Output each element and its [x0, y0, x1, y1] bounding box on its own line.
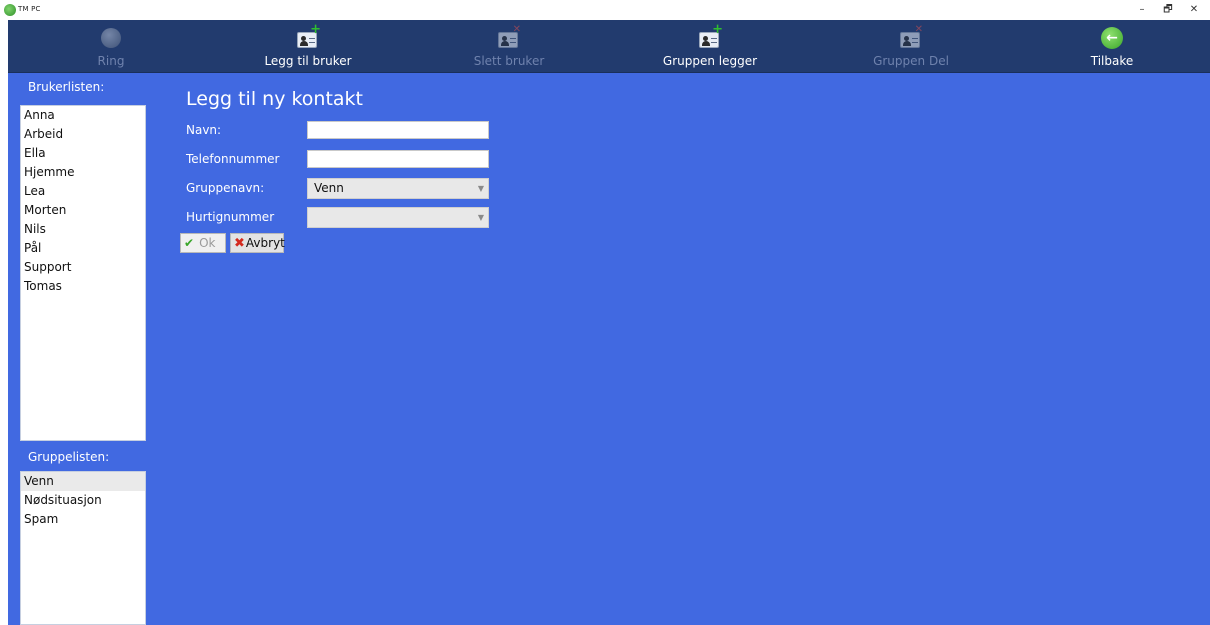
back-button[interactable]: ← Tilbake — [1032, 20, 1192, 73]
speed-dial-select[interactable]: ▼ — [307, 207, 489, 228]
grouplist-heading: Gruppelisten: — [28, 450, 110, 464]
delete-user-label: Slett bruker — [473, 54, 545, 68]
user-list[interactable]: Anna Arbeid Ella Hjemme Lea Morten Nils … — [20, 105, 146, 441]
window-title: TM PC — [18, 5, 41, 13]
list-item-selected[interactable]: Venn — [21, 472, 145, 491]
list-item[interactable]: Tomas — [21, 277, 145, 296]
ring-label: Ring — [97, 54, 125, 68]
userlist-heading: Brukerlisten: — [28, 80, 105, 94]
delete-group-icon: ✕ — [898, 25, 924, 51]
group-label: Gruppenavn: — [186, 181, 265, 195]
back-arrow-icon: ← — [1099, 25, 1125, 51]
ok-button[interactable]: ✔ Ok — [180, 233, 226, 253]
name-field[interactable] — [307, 121, 489, 139]
group-list[interactable]: Venn Nødsituasjon Spam — [20, 471, 146, 625]
phone-label: Telefonnummer — [186, 152, 280, 166]
delete-user-button[interactable]: ✕ Slett bruker — [429, 20, 589, 73]
add-contact-icon: + — [295, 23, 321, 51]
list-item[interactable]: Nils — [21, 220, 145, 239]
ok-label: Ok — [199, 236, 216, 250]
add-group-button[interactable]: + Gruppen legger — [630, 20, 790, 73]
phone-globe-icon — [98, 25, 124, 51]
back-label: Tilbake — [1090, 54, 1134, 68]
list-item[interactable]: Spam — [21, 510, 145, 529]
list-item[interactable]: Nødsituasjon — [21, 491, 145, 510]
toolbar: Ring + Legg til bruker ✕ Slett bruker + … — [8, 20, 1210, 73]
close-button[interactable]: ✕ — [1184, 3, 1204, 17]
cross-icon: ✖ — [234, 235, 245, 251]
cancel-label: Avbryt — [245, 236, 285, 250]
group-select-value: Venn — [314, 181, 344, 195]
name-label: Navn: — [186, 123, 222, 137]
group-select[interactable]: Venn ▼ — [307, 178, 489, 199]
chevron-down-icon: ▼ — [477, 184, 484, 193]
checkmark-icon: ✔ — [184, 236, 195, 250]
restore-button[interactable]: 🗗 — [1158, 3, 1178, 17]
main-window: Ring + Legg til bruker ✕ Slett bruker + … — [8, 20, 1210, 625]
add-user-button[interactable]: + Legg til bruker — [228, 20, 388, 73]
minimize-button[interactable]: – — [1132, 3, 1152, 17]
add-group-label: Gruppen legger — [662, 54, 758, 68]
add-user-label: Legg til bruker — [264, 54, 352, 68]
title-bar: TM PC – 🗗 ✕ — [0, 0, 1210, 20]
list-item[interactable]: Morten — [21, 201, 145, 220]
list-item[interactable]: Lea — [21, 182, 145, 201]
delete-group-button[interactable]: ✕ Gruppen Del — [831, 20, 991, 73]
ring-button[interactable]: Ring — [31, 20, 191, 73]
cancel-button[interactable]: ✖ Avbryt — [230, 233, 285, 253]
list-item[interactable]: Pål — [21, 239, 145, 258]
delete-contact-icon: ✕ — [496, 25, 522, 51]
page-title: Legg til ny kontakt — [186, 88, 364, 110]
speed-dial-label: Hurtignummer — [186, 210, 275, 224]
list-item[interactable]: Anna — [21, 106, 145, 125]
add-group-icon: + — [697, 23, 723, 51]
list-item[interactable]: Ella — [21, 144, 145, 163]
app-logo-icon — [4, 4, 16, 16]
list-item[interactable]: Support — [21, 258, 145, 277]
delete-group-label: Gruppen Del — [873, 54, 949, 68]
phone-field[interactable] — [307, 150, 489, 168]
chevron-down-icon: ▼ — [477, 213, 484, 222]
list-item[interactable]: Hjemme — [21, 163, 145, 182]
list-item[interactable]: Arbeid — [21, 125, 145, 144]
